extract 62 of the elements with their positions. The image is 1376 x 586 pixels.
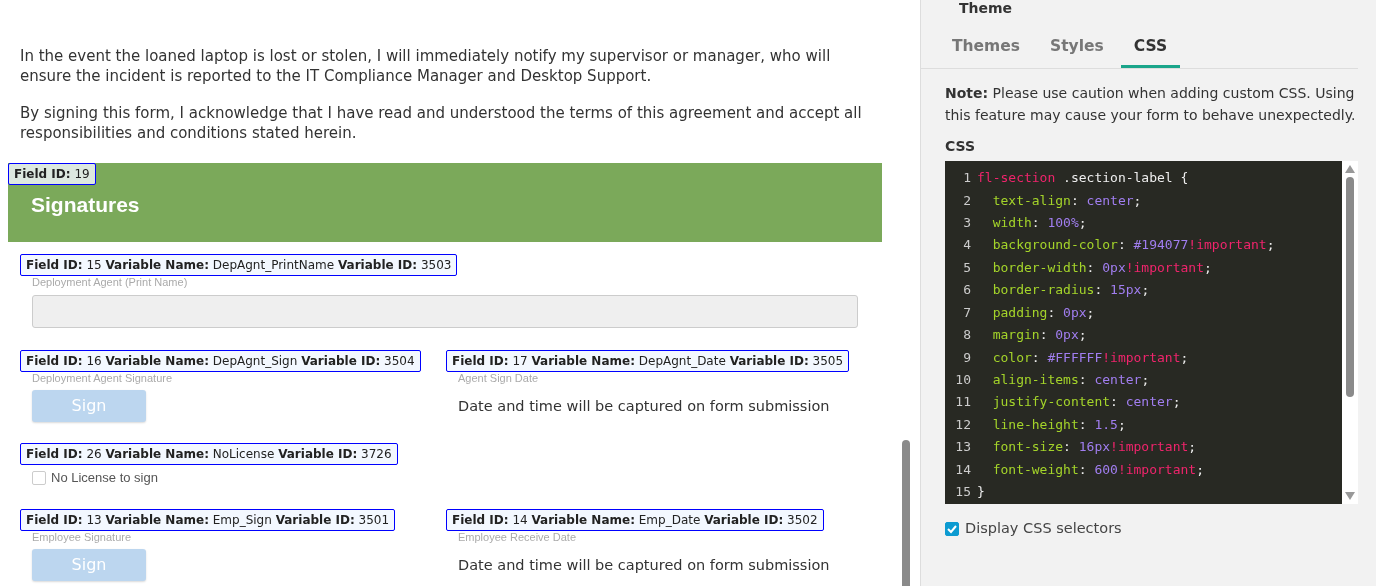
code-line: background-color: #194077!important; bbox=[991, 237, 1275, 253]
code-line: fl-section .section-label { bbox=[977, 170, 1189, 186]
line-number: 14 bbox=[954, 460, 972, 479]
field-id-tag: Field ID: 17 Variable Name: DepAgnt_Date Variable ID: 3505 bbox=[446, 350, 850, 372]
date-note: Date and time will be captured on form submission bbox=[458, 555, 831, 575]
editor-scrollbar[interactable] bbox=[1342, 161, 1358, 505]
code-line: justify-content: center; bbox=[991, 394, 1181, 410]
scroll-down-icon[interactable] bbox=[1345, 492, 1355, 501]
field-id-tag: Field ID: 14 Variable Name: Emp_Date Variable ID: 3502 bbox=[446, 508, 824, 531]
line-number: 5 bbox=[962, 258, 972, 277]
field-label: Agent Sign Date bbox=[458, 372, 540, 385]
checkbox-label: Display CSS selectors bbox=[965, 519, 1122, 539]
paragraph-text: By signing this form, I acknowledge that I have read and understood the terms of this agreement and accept all responsibilities and conditions stated herein. bbox=[20, 103, 863, 143]
code-line: } bbox=[977, 483, 985, 499]
code-line: border-width: 0px!important; bbox=[991, 259, 1212, 275]
checkbox[interactable] bbox=[945, 522, 959, 537]
code-line: font-weight: 600!important; bbox=[991, 461, 1204, 477]
tab[interactable]: Themes bbox=[939, 33, 1033, 69]
field-id-tag: Field ID: 26 Variable Name: NoLicense Variable ID: 3726 bbox=[20, 443, 398, 465]
field-label: Employee Receive Date bbox=[458, 530, 577, 544]
line-number: 15 bbox=[954, 482, 972, 501]
tab[interactable]: Styles bbox=[1037, 33, 1117, 69]
code-line: width: 100%; bbox=[991, 215, 1087, 231]
line-number: 7 bbox=[962, 303, 972, 322]
field-label: Employee Signature bbox=[32, 530, 133, 544]
code-line: color: #FFFFFF!important; bbox=[991, 349, 1189, 365]
field-label: Deployment Agent Signature bbox=[32, 372, 174, 385]
note-text: Note: Please use caution when adding custom CSS. Using this feature may cause your form to behave unexpectedly. bbox=[945, 84, 1357, 126]
date-note: Date and time will be captured on form submission bbox=[458, 397, 831, 416]
line-number: 6 bbox=[962, 281, 972, 300]
line-number: 12 bbox=[954, 415, 972, 434]
code-line: text-align: center; bbox=[991, 192, 1142, 208]
code-line: align-items: center; bbox=[991, 371, 1150, 387]
field-label: Deployment Agent (Print Name) bbox=[32, 276, 189, 289]
line-number: 3 bbox=[962, 214, 972, 233]
scroll-up-icon[interactable] bbox=[1345, 165, 1355, 174]
code-line: line-height: 1.5; bbox=[991, 416, 1126, 432]
code-line: border-radius: 15px; bbox=[991, 282, 1150, 298]
code-line: font-size: 16px!important; bbox=[991, 439, 1197, 455]
line-number: 9 bbox=[962, 348, 972, 367]
field-id-tag: Field ID: 19 bbox=[8, 163, 96, 185]
line-number: 4 bbox=[962, 236, 972, 255]
code-line: margin: 0px; bbox=[991, 327, 1087, 343]
line-number: 2 bbox=[962, 191, 972, 210]
line-number: 13 bbox=[954, 438, 972, 457]
tab[interactable]: CSS bbox=[1120, 33, 1181, 69]
field-id-tag: Field ID: 13 Variable Name: Emp_Sign Variable ID: 3501 bbox=[20, 508, 396, 531]
code-editor[interactable] bbox=[945, 161, 1342, 505]
paragraph-text: In the event the loaned laptop is lost or stolen, I will immediately notify my supervisor or manager, who will ensure the incident is reported to the IT Compliance Manager and Desktop Support. bbox=[20, 46, 832, 86]
line-number: 10 bbox=[954, 370, 972, 389]
field-id-tag: Field ID: 16 Variable Name: DepAgnt_Sign Variable ID: 3504 bbox=[20, 350, 421, 372]
field-id-tag: Field ID: 15 Variable Name: DepAgnt_PrintName Variable ID: 3503 bbox=[20, 254, 458, 276]
line-number: 8 bbox=[962, 326, 972, 345]
section-title: Signatures bbox=[31, 192, 140, 218]
checkbox-label: No License to sign bbox=[51, 469, 158, 487]
line-number: 1 bbox=[962, 169, 972, 188]
panel-heading: Theme bbox=[958, 0, 1014, 16]
checkbox[interactable] bbox=[32, 470, 46, 485]
text-input-field[interactable] bbox=[32, 295, 858, 328]
line-number: 11 bbox=[954, 393, 972, 412]
editor-label: CSS bbox=[945, 137, 977, 157]
code-line: padding: 0px; bbox=[991, 304, 1095, 320]
